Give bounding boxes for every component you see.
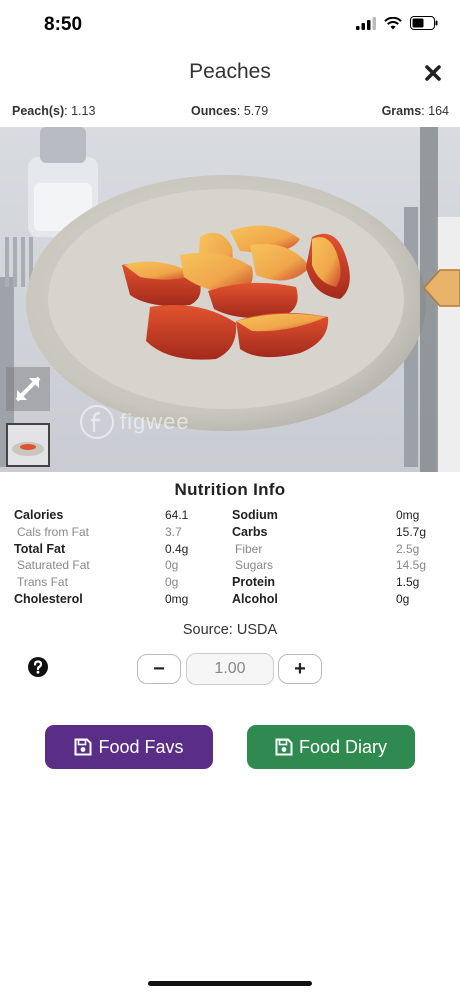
wifi-icon (384, 16, 402, 29)
nutrient-label: Cholesterol (14, 591, 83, 606)
header: Peaches (0, 56, 460, 92)
nutrition-title: Nutrition Info (174, 480, 286, 499)
food-favs-button[interactable]: Food Favs (45, 725, 213, 769)
nutrition-row: Sugars 14.5g (232, 558, 432, 575)
nutrient-label: Total Fat (14, 541, 66, 556)
nutrition-row: Cholesterol 0mg (14, 592, 214, 609)
page-title: Peaches (189, 60, 271, 83)
nutrition-row: Calories 64.1 (14, 508, 214, 525)
expand-photo-button[interactable] (6, 367, 50, 411)
food-photo[interactable]: figwee (0, 127, 460, 472)
watermark: figwee (80, 405, 190, 439)
nutrition-row: Trans Fat 0g (14, 575, 214, 592)
save-icon (74, 738, 92, 756)
measure-count-value: 1.13 (71, 104, 96, 118)
status-bar: 8:50 (0, 0, 460, 50)
nutrient-value: 15.7g (396, 524, 427, 539)
signal-icon (356, 16, 376, 30)
thumbnail-image (8, 425, 48, 465)
increase-button[interactable]: + (278, 654, 322, 684)
ruler-slider-handle[interactable] (422, 267, 460, 309)
nutrient-label: Sodium (232, 508, 278, 522)
measure-count-label: Peach(s) (12, 104, 65, 118)
nutrition-left-column: Calories 64.1 Cals from Fat 3.7 Total Fat 0.4… (14, 508, 214, 609)
save-icon (275, 738, 293, 756)
nutrient-value: 64.1 (165, 508, 189, 522)
nutrient-value: 1.5g (396, 575, 420, 590)
quantity-input[interactable] (186, 653, 274, 685)
nutrient-value: 0g (165, 558, 179, 573)
status-time: 8:50 (44, 14, 83, 35)
measure-ounces: Ounces: 5.79 (191, 104, 269, 118)
food-diary-button[interactable]: Food Diary (247, 725, 415, 769)
measure-grams-value: 164 (428, 104, 449, 118)
nutrient-value: 2.5g (396, 541, 420, 556)
decrease-button[interactable]: − (137, 654, 181, 684)
nutrition-row: Cals from Fat 3.7 (14, 525, 214, 542)
measure-ounces-label: Ounces (191, 104, 237, 118)
food-diary-label: Food Diary (298, 736, 388, 757)
nutrient-value: 14.5g (396, 558, 427, 573)
measure-count: Peach(s): 1.13 (12, 104, 96, 118)
nutrition-row: Total Fat 0.4g (14, 542, 214, 559)
nutrient-value: 0mg (165, 591, 189, 606)
serving-measures: Peach(s): 1.13 Ounces: 5.79 Grams: 164 (0, 104, 460, 122)
close-button[interactable] (422, 62, 444, 84)
nutrition-row: Sodium 0mg (232, 508, 432, 525)
battery-icon (410, 16, 438, 30)
nutrient-label: Trans Fat (17, 575, 68, 590)
nutrition-row: Carbs 15.7g (232, 525, 432, 542)
nutrition-row: Protein 1.5g (232, 575, 432, 592)
help-icon (28, 657, 48, 677)
nutrient-label: Calories (14, 508, 64, 522)
nutrient-label: Protein (232, 575, 276, 590)
expand-icon (15, 376, 41, 402)
nutrient-label: Sugars (235, 558, 274, 573)
measure-grams-label: Grams (381, 104, 422, 118)
nutrient-label: Fiber (235, 541, 263, 556)
food-photo-scene (0, 127, 460, 472)
nutrient-label: Carbs (232, 524, 268, 539)
nutrient-value: 0.4g (165, 541, 189, 556)
nutrient-label: Cals from Fat (17, 524, 90, 539)
nutrient-label: Saturated Fat (17, 558, 90, 573)
slider-arrow-icon (422, 269, 460, 307)
nutrient-value: 0g (396, 591, 410, 606)
food-favs-label: Food Favs (98, 736, 184, 757)
nutrient-label: Alcohol (232, 591, 278, 606)
nutrition-row: Saturated Fat 0g (14, 558, 214, 575)
nutrient-value: 3.7 (165, 524, 182, 539)
nutrition-row: Fiber 2.5g (232, 542, 432, 559)
nutrient-value: 0mg (396, 508, 420, 522)
data-source: Source: USDA (182, 622, 278, 638)
watermark-text: figwee (120, 409, 190, 434)
figwee-logo-icon (80, 405, 114, 439)
help-button[interactable] (28, 657, 48, 677)
nutrition-row: Alcohol 0g (232, 592, 432, 609)
status-icons (356, 16, 438, 30)
close-icon (425, 65, 441, 81)
photo-thumbnail[interactable] (6, 423, 50, 467)
nutrition-right-column: Sodium 0mg Carbs 15.7g Fiber 2.5g Sugars 14.5g P… (232, 508, 432, 609)
nutrient-value: 0g (165, 575, 179, 590)
measure-grams: Grams: 164 (381, 104, 449, 118)
home-indicator (148, 981, 312, 986)
measure-ounces-value: 5.79 (243, 104, 269, 118)
